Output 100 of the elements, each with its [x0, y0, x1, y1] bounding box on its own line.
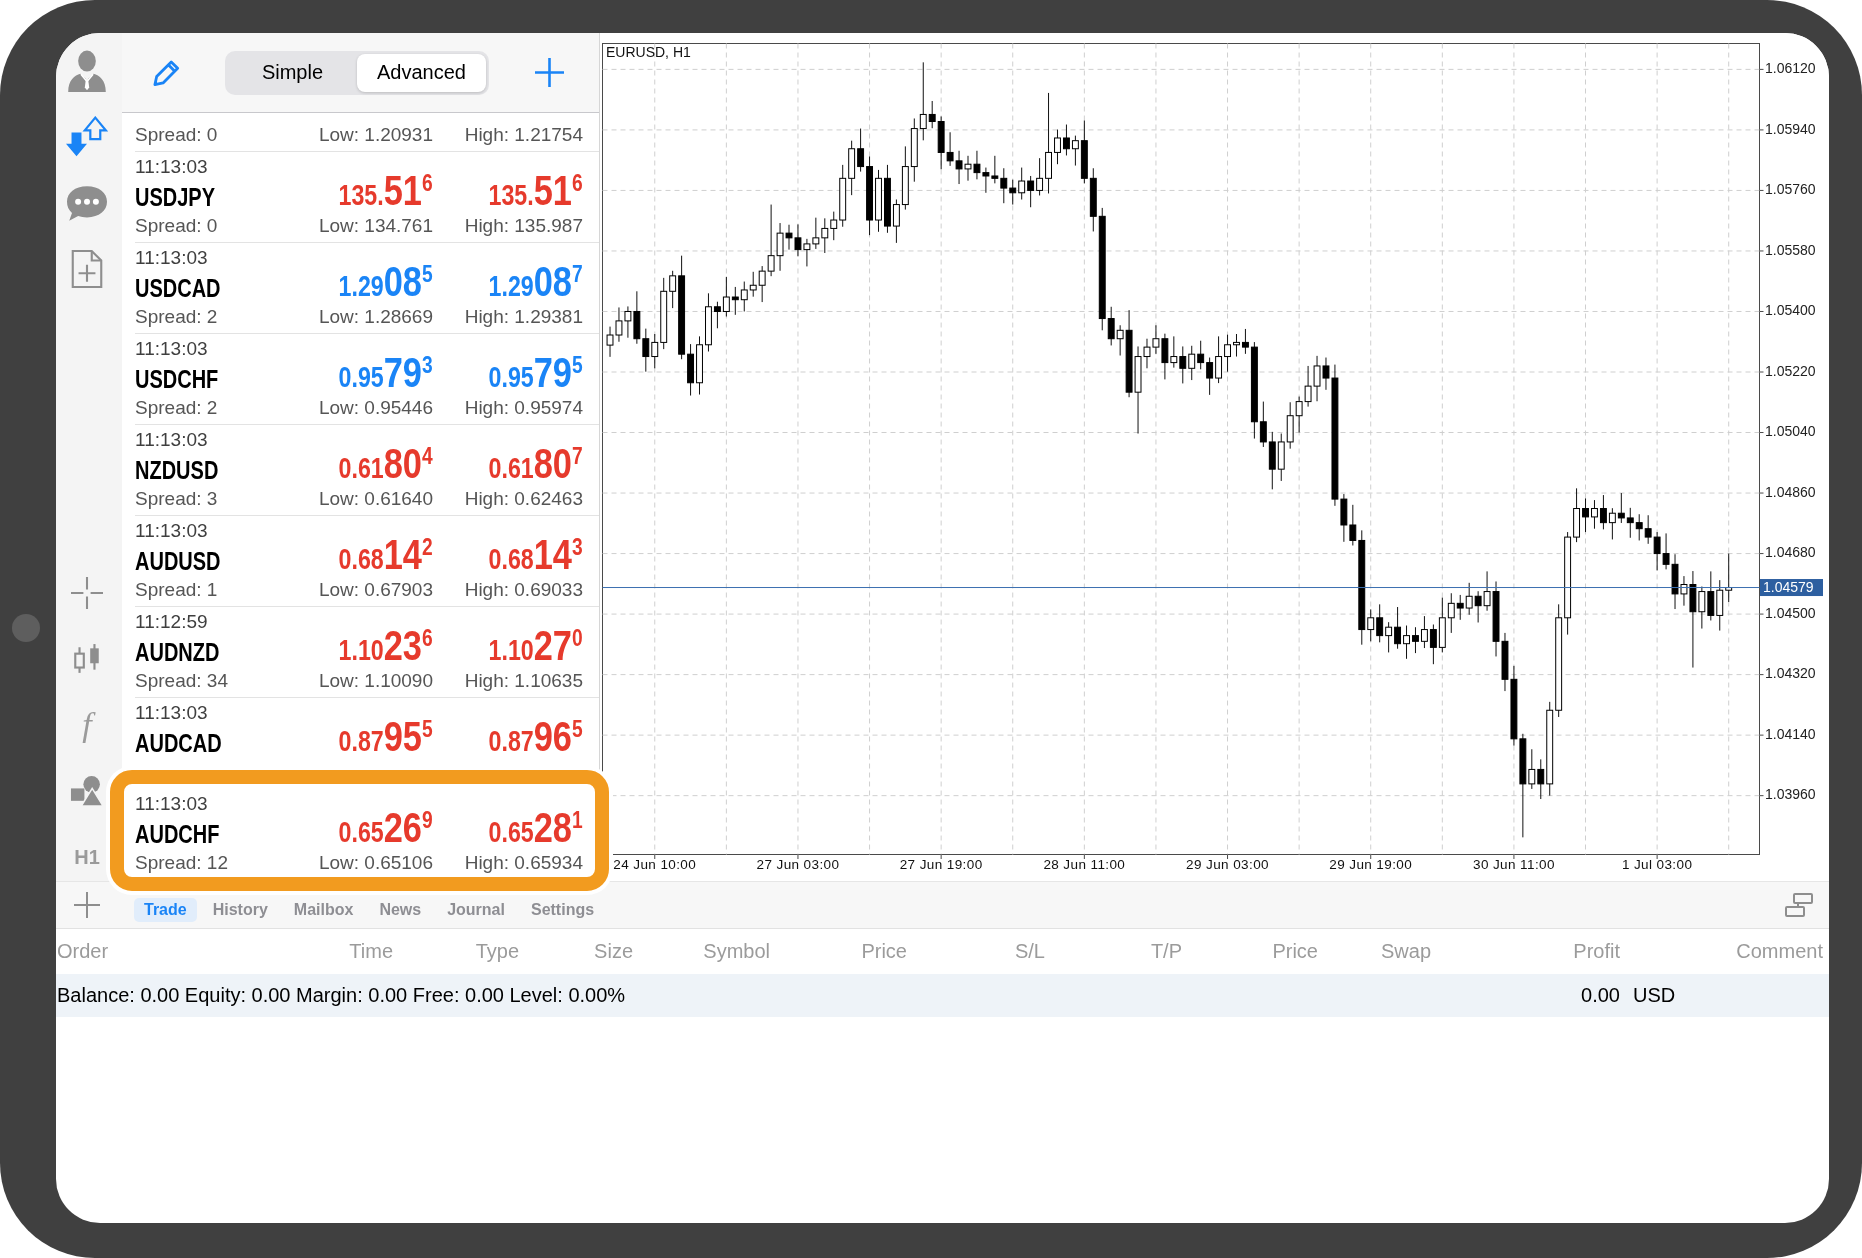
quote-time: 11:13:03 [135, 429, 208, 451]
spread-label: Spread: 0 [135, 215, 218, 237]
symbol-name: AUDCAD [135, 728, 222, 758]
column-header: Size [594, 940, 633, 963]
daily-high: High: 0.62463 [464, 488, 583, 510]
view-mode-segment[interactable]: Simple [228, 53, 357, 92]
daily-low: Low: 0.95446 [318, 397, 433, 419]
spread-label: Spread: 34 [135, 670, 228, 692]
price-axis-label: 1.05760 [1765, 181, 1816, 198]
price-axis-label: 1.04500 [1765, 604, 1816, 621]
shapes-icon[interactable] [70, 776, 104, 806]
time-axis-label: 29 Jun 03:00 [1186, 856, 1269, 872]
symbol-name: USDJPY [135, 182, 216, 212]
price-axis-label: 1.05040 [1765, 423, 1816, 440]
price-axis-label: 1.05400 [1765, 302, 1816, 319]
view-mode-segment[interactable]: Advanced [357, 53, 486, 92]
person-icon[interactable] [66, 50, 108, 92]
chat-bubble-icon[interactable] [67, 185, 107, 221]
daily-low: Low: 1.28669 [318, 306, 433, 328]
ref-line-label: 1.04579 [1763, 578, 1814, 595]
daily-high: High: 0.65934 [464, 852, 583, 874]
symbol-name: USDCAD [135, 273, 221, 303]
panels-icon[interactable] [1784, 892, 1814, 918]
tab[interactable]: History [202, 898, 278, 922]
symbol-name: NZDUSD [135, 455, 219, 485]
quote-time: 11:13:03 [135, 793, 208, 815]
spread-label: Spread: 12 [135, 852, 228, 874]
column-header: Type [475, 940, 519, 963]
spread-label: Spread: 2 [135, 397, 218, 419]
account-summary: Balance: 0.00 Equity: 0.00 Margin: 0.00 Free: 0.00 Level: 0.00% [56, 984, 626, 1007]
price-axis-label: 1.04320 [1765, 665, 1816, 682]
quote-time: 11:13:03 [135, 247, 208, 269]
daily-low: Low: 1.20931 [318, 124, 433, 146]
candle [1582, 497, 1589, 533]
column-header: S/L [1014, 940, 1045, 963]
quote-time: 11:13:03 [135, 520, 208, 542]
price-axis-label: 1.03960 [1765, 786, 1816, 803]
current-price-label: 1.04579 [1760, 578, 1823, 597]
tab[interactable]: Journal [437, 898, 515, 922]
plus-icon[interactable] [534, 57, 565, 88]
quote-time: 11:12:59 [135, 611, 208, 633]
column-header: Profit [1573, 940, 1620, 963]
time-axis-label: 27 Jun 19:00 [899, 856, 983, 872]
column-header: T/P [1150, 940, 1182, 963]
daily-low: Low: 0.67903 [318, 579, 433, 601]
profit-total: 0.00 [1581, 984, 1620, 1007]
up-down-arrows-icon[interactable] [66, 116, 108, 158]
spread-label: Spread: 0 [135, 124, 218, 146]
column-header: Price [1272, 940, 1318, 963]
tab[interactable]: News [369, 898, 432, 922]
daily-low: Low: 0.65106 [318, 852, 433, 874]
pencil-icon[interactable] [152, 58, 180, 87]
column-header: Price [861, 940, 907, 963]
price-axis-label: 1.05220 [1765, 362, 1816, 379]
column-header: Time [349, 940, 393, 963]
tab[interactable]: Mailbox [283, 898, 364, 922]
time-axis-label: 24 Jun 10:00 [613, 856, 697, 872]
daily-high: High: 0.95974 [464, 397, 583, 419]
candle [1233, 333, 1240, 358]
price-axis-label: 1.06120 [1765, 60, 1816, 77]
price-axis-label: 1.04140 [1765, 725, 1816, 742]
quote-time: 11:13:03 [135, 702, 208, 724]
timeframe-button[interactable]: H1 [74, 847, 100, 867]
time-axis-label: 27 Jun 03:00 [756, 856, 840, 872]
candle [696, 335, 703, 396]
column-header: Order [56, 940, 109, 963]
daily-low: Low: 1.10090 [318, 670, 433, 692]
daily-high: High: 1.29381 [464, 306, 583, 328]
daily-high: High: 135.987 [464, 215, 583, 237]
symbol-name: AUDUSD [135, 546, 221, 576]
daily-low: Low: 134.761 [318, 215, 433, 237]
price-axis-label: 1.04680 [1765, 544, 1816, 561]
quote-time: 11:13:03 [135, 156, 208, 178]
spread-label: Spread: 1 [135, 579, 218, 601]
price-axis-label: 1.05580 [1765, 241, 1816, 258]
document-plus-icon[interactable] [71, 250, 103, 288]
quote-time: 11:13:03 [135, 338, 208, 360]
candle [875, 169, 882, 233]
time-axis-label: 29 Jun 19:00 [1329, 856, 1413, 872]
time-axis-label: 1 Jul 03:00 [1621, 856, 1693, 872]
plus-icon[interactable] [73, 891, 101, 919]
time-axis-label: 28 Jun 11:00 [1043, 856, 1126, 872]
time-axis-label: 30 Jun 11:00 [1473, 856, 1555, 872]
symbol-name: AUDNZD [135, 637, 220, 667]
daily-low: Low: 0.61640 [318, 488, 433, 510]
tab[interactable]: Settings [520, 898, 605, 922]
currency-label: USD [1632, 984, 1676, 1007]
column-header: Comment [1736, 940, 1823, 963]
daily-high: High: 1.10635 [464, 670, 583, 692]
candlestick-icon[interactable] [73, 643, 101, 675]
column-header: Swap [1380, 940, 1431, 963]
tab[interactable]: Trade [134, 898, 197, 922]
camera-icon [12, 614, 40, 642]
candle [1054, 129, 1061, 165]
spread-label: Spread: 2 [135, 306, 218, 328]
daily-high: High: 0.69033 [464, 579, 583, 601]
chart-title: EURUSD, H1 [606, 43, 691, 60]
spread-label: Spread: 3 [135, 488, 218, 510]
symbol-name: USDCHF [135, 364, 219, 394]
crosshair-icon[interactable] [71, 577, 103, 609]
